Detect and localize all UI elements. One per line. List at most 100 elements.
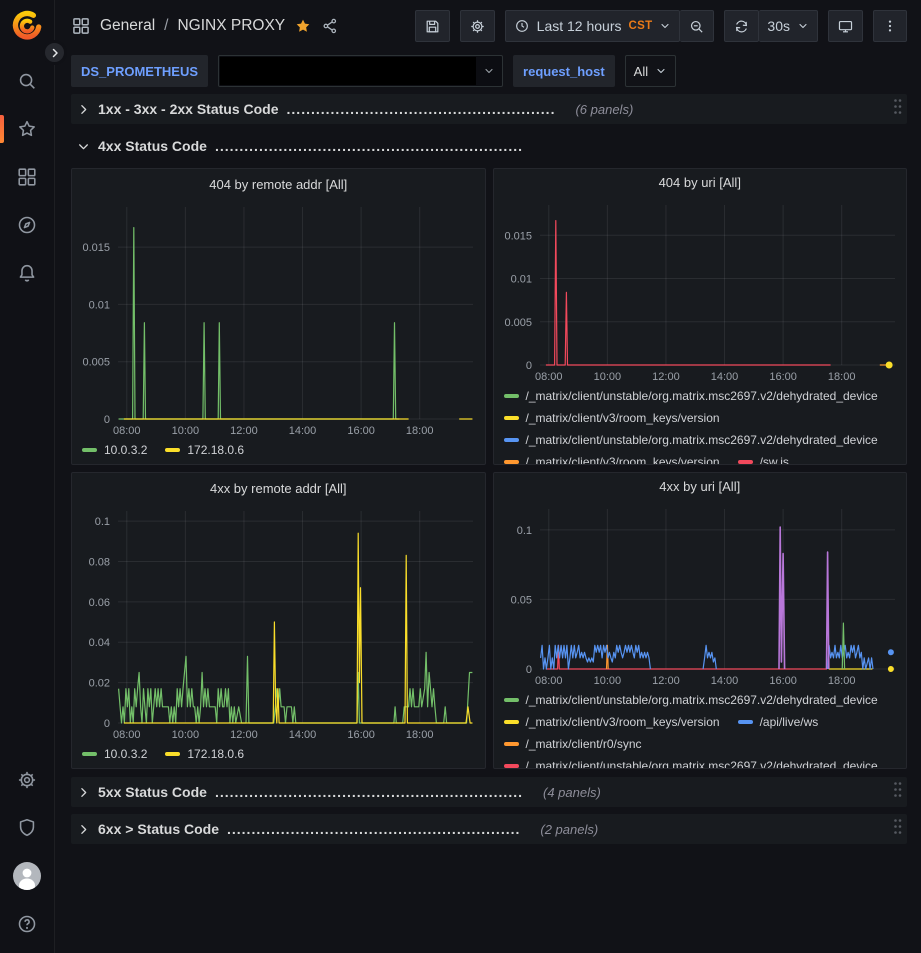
legend-item[interactable]: 10.0.3.2 xyxy=(82,442,147,458)
svg-text:0: 0 xyxy=(104,718,110,730)
legend-item[interactable]: 10.0.3.2 xyxy=(82,746,147,762)
svg-text:14:00: 14:00 xyxy=(710,371,738,383)
sidebar-item-server-admin[interactable] xyxy=(0,813,54,843)
tv-mode-button[interactable] xyxy=(828,10,863,42)
legend-item[interactable]: /_matrix/client/v3/room_keys/version xyxy=(504,454,720,464)
legend-item[interactable]: /_matrix/client/unstable/org.matrix.msc2… xyxy=(504,758,878,768)
time-range-label: Last 12 hours xyxy=(537,18,622,34)
legend-label: /_matrix/client/v3/room_keys/version xyxy=(526,410,720,426)
time-series-chart[interactable]: 08:0010:0012:0014:0016:0018:0000.050.1 xyxy=(494,501,907,689)
legend-item[interactable]: /_matrix/client/v3/room_keys/version xyxy=(504,714,720,730)
drag-handle-icon[interactable] xyxy=(892,780,903,804)
row-title-dots: ........................................… xyxy=(287,101,556,117)
panel-title[interactable]: 404 by uri [All] xyxy=(494,169,907,197)
sidebar-expand-button[interactable] xyxy=(42,40,67,65)
chart-legend: 10.0.3.2 172.18.0.6 xyxy=(72,743,485,762)
svg-text:0.015: 0.015 xyxy=(504,230,532,242)
variable-value-request-host[interactable]: All xyxy=(625,55,676,87)
time-range-picker[interactable]: Last 12 hours CST xyxy=(505,10,681,42)
legend-label: 10.0.3.2 xyxy=(104,442,147,458)
row-title: 4xx Status Code xyxy=(98,138,207,154)
dashboard-settings-button[interactable] xyxy=(460,10,495,42)
sidebar-item-starred[interactable] xyxy=(0,114,54,144)
legend-item[interactable]: 172.18.0.6 xyxy=(165,442,244,458)
zoom-out-time-button[interactable] xyxy=(680,10,714,42)
refresh-icon xyxy=(733,18,750,35)
legend-item[interactable]: /_matrix/client/unstable/org.matrix.msc2… xyxy=(504,692,878,708)
dashboard-row-1xx-3xx-2xx[interactable]: 1xx - 3xx - 2xx Status Code ............… xyxy=(71,94,907,124)
help-icon xyxy=(16,913,38,935)
dashboard-row-4xx[interactable]: 4xx Status Code ........................… xyxy=(71,132,907,160)
svg-text:18:00: 18:00 xyxy=(827,371,855,383)
chevron-down-icon xyxy=(77,140,90,153)
sidebar-item-search[interactable] xyxy=(0,66,54,96)
avatar xyxy=(12,861,42,891)
panel-title[interactable]: 4xx by remote addr [All] xyxy=(72,473,485,503)
legend-label: 10.0.3.2 xyxy=(104,746,147,762)
panel-404-by-uri: 404 by uri [All] 08:0010:0012:0014:0016:… xyxy=(493,168,908,465)
sidebar-item-profile[interactable] xyxy=(0,861,54,891)
dashboard-row-5xx[interactable]: 5xx Status Code ........................… xyxy=(71,777,907,807)
variable-value-ds-prometheus[interactable] xyxy=(218,55,503,87)
drag-handle-icon[interactable] xyxy=(892,97,903,121)
time-series-chart[interactable]: 08:0010:0012:0014:0016:0018:0000.0050.01… xyxy=(72,199,485,439)
sidebar-item-configuration[interactable] xyxy=(0,765,54,795)
legend-item[interactable]: 172.18.0.6 xyxy=(165,746,244,762)
legend-swatch xyxy=(504,438,519,442)
save-dashboard-button[interactable] xyxy=(415,10,450,42)
breadcrumb-section[interactable]: General xyxy=(100,17,155,35)
sidebar-item-explore[interactable] xyxy=(0,210,54,240)
sidebar-item-dashboards[interactable] xyxy=(0,162,54,192)
svg-text:0: 0 xyxy=(104,414,110,426)
breadcrumb-dashboard-title[interactable]: NGINX PROXY xyxy=(177,17,285,35)
svg-text:10:00: 10:00 xyxy=(593,675,621,687)
sidebar-item-help[interactable] xyxy=(0,909,54,939)
chevron-down-icon xyxy=(483,65,495,77)
grafana-app: General / NGINX PROXY xyxy=(0,0,921,953)
panel-title[interactable]: 404 by remote addr [All] xyxy=(72,169,485,199)
svg-text:0.005: 0.005 xyxy=(82,357,110,369)
svg-text:0.01: 0.01 xyxy=(510,273,531,285)
time-series-chart[interactable]: 08:0010:0012:0014:0016:0018:0000.0050.01… xyxy=(494,197,907,385)
svg-text:08:00: 08:00 xyxy=(113,729,141,741)
legend-item[interactable]: /api/live/ws xyxy=(738,714,819,730)
legend-label: 172.18.0.6 xyxy=(187,746,244,762)
refresh-button[interactable] xyxy=(724,10,759,42)
legend-item[interactable]: /_matrix/client/r0/sync xyxy=(504,736,642,752)
kebab-menu-button[interactable] xyxy=(873,10,907,42)
svg-text:14:00: 14:00 xyxy=(289,425,317,437)
sidebar-item-alerting[interactable] xyxy=(0,258,54,288)
search-icon xyxy=(16,70,38,92)
legend-item[interactable]: /_matrix/client/unstable/org.matrix.msc2… xyxy=(504,388,878,404)
row-title: 6xx > Status Code xyxy=(98,821,219,837)
chart-legend: /_matrix/client/unstable/org.matrix.msc2… xyxy=(494,385,907,464)
legend-item[interactable]: /_matrix/client/v3/room_keys/version xyxy=(504,410,720,426)
legend-item[interactable]: /sw.js xyxy=(738,454,789,464)
favorite-star-icon[interactable] xyxy=(294,17,312,35)
chevron-right-icon xyxy=(77,786,90,799)
tv-mode-icon xyxy=(837,18,854,35)
legend-item[interactable]: /_matrix/client/unstable/org.matrix.msc2… xyxy=(504,432,878,448)
gear-icon xyxy=(469,18,486,35)
share-icon[interactable] xyxy=(321,17,339,35)
refresh-interval-picker[interactable]: 30s xyxy=(759,10,818,42)
time-series-chart[interactable]: 08:0010:0012:0014:0016:0018:0000.020.040… xyxy=(72,503,485,743)
svg-text:0.005: 0.005 xyxy=(504,317,532,329)
svg-text:0.04: 0.04 xyxy=(89,637,110,649)
legend-swatch xyxy=(165,752,180,756)
svg-text:16:00: 16:00 xyxy=(347,729,375,741)
dashboard-row-6xx[interactable]: 6xx > Status Code ......................… xyxy=(71,814,907,844)
legend-label: /_matrix/client/unstable/org.matrix.msc2… xyxy=(526,692,878,708)
grafana-logo[interactable] xyxy=(10,10,44,44)
variable-value-text: All xyxy=(634,64,648,79)
chevron-right-icon xyxy=(77,823,90,836)
redacted-value xyxy=(220,57,476,85)
drag-handle-icon[interactable] xyxy=(892,817,903,841)
svg-text:14:00: 14:00 xyxy=(289,729,317,741)
svg-text:0.015: 0.015 xyxy=(82,242,110,254)
panel-title[interactable]: 4xx by uri [All] xyxy=(494,473,907,501)
svg-text:16:00: 16:00 xyxy=(347,425,375,437)
panel-404-by-remote-addr: 404 by remote addr [All] 08:0010:0012:00… xyxy=(71,168,486,465)
legend-label: /_matrix/client/unstable/org.matrix.msc2… xyxy=(526,432,878,448)
svg-text:0: 0 xyxy=(525,360,531,372)
